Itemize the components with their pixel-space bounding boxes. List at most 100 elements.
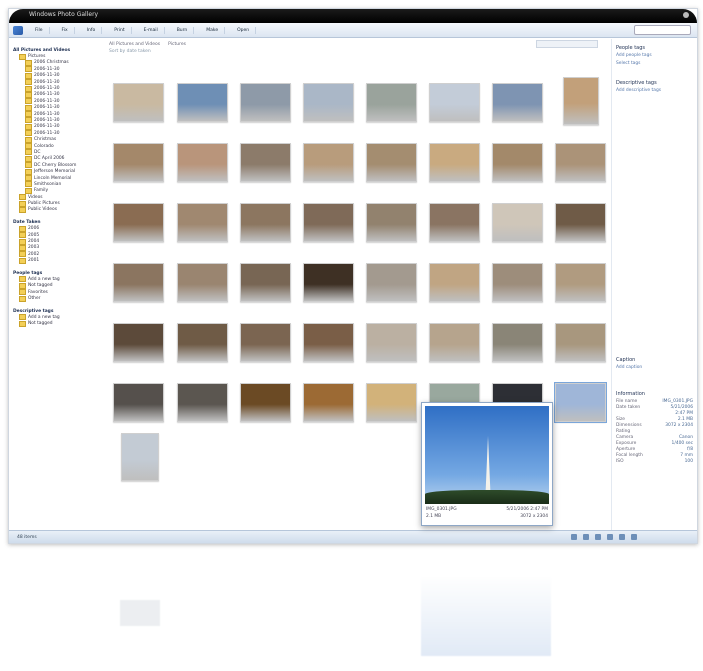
tree-label: 2006-11-30	[34, 130, 60, 136]
tree-label: 2006	[28, 226, 40, 232]
photo-thumbnail[interactable]	[303, 263, 354, 302]
menu-file[interactable]: File	[29, 26, 50, 34]
photo-thumbnail[interactable]	[429, 323, 480, 362]
breadcrumb-item[interactable]: All Pictures and Videos	[109, 42, 160, 47]
photo-thumbnail[interactable]	[177, 203, 228, 242]
info-value[interactable]: 3072 x 2304	[665, 423, 693, 429]
info-value[interactable]: 100	[685, 459, 693, 465]
menu-info[interactable]: Info	[81, 26, 103, 34]
folder-icon	[25, 181, 32, 188]
sort-label[interactable]: Sort by date taken	[103, 49, 608, 57]
photo-thumbnail[interactable]	[366, 203, 417, 242]
menu-email[interactable]: E-mail	[138, 26, 165, 34]
photo-thumbnail[interactable]	[492, 143, 543, 182]
photo-thumbnail[interactable]	[429, 263, 480, 302]
photo-thumbnail[interactable]	[113, 83, 164, 122]
breadcrumb-item[interactable]: Pictures	[168, 42, 186, 47]
tree-label: 2006 Christmas	[34, 60, 69, 66]
photo-thumbnail[interactable]	[492, 323, 543, 362]
photo-thumbnail[interactable]	[240, 203, 291, 242]
menu-open[interactable]: Open	[231, 26, 257, 34]
menu-burn[interactable]: Burn	[171, 26, 195, 34]
folder-icon	[25, 162, 32, 169]
slideshow-icon[interactable]	[619, 534, 625, 540]
photo-thumbnail[interactable]	[366, 383, 417, 422]
photo-thumbnail[interactable]	[113, 203, 164, 242]
photo-thumbnail[interactable]	[555, 263, 606, 302]
select-tags-link[interactable]: Select tags	[616, 61, 693, 66]
photo-thumbnail[interactable]	[113, 323, 164, 362]
photo-thumbnail[interactable]	[429, 203, 480, 242]
tree-label: Add a new tag	[28, 276, 60, 282]
photo-thumbnail[interactable]	[303, 203, 354, 242]
folder-icon	[19, 257, 26, 264]
photo-thumbnail[interactable]	[177, 263, 228, 302]
photo-thumbnail[interactable]	[240, 323, 291, 362]
photo-thumbnail[interactable]	[492, 263, 543, 302]
folder-icon	[19, 314, 26, 321]
photo-thumbnail[interactable]	[240, 143, 291, 182]
menu-fix[interactable]: Fix	[56, 26, 75, 34]
photo-thumbnail[interactable]	[555, 323, 606, 362]
photo-thumbnail[interactable]	[113, 143, 164, 182]
photo-thumbnail[interactable]	[121, 433, 159, 481]
view-controls	[571, 534, 637, 540]
photo-thumbnail[interactable]	[555, 143, 606, 182]
add-people-tags-link[interactable]: Add people tags	[616, 53, 693, 58]
zoom-slider-icon[interactable]	[631, 534, 637, 540]
delete-icon[interactable]	[607, 534, 613, 540]
tree-label: Other	[28, 296, 41, 302]
folder-icon	[19, 244, 26, 251]
add-descriptive-tags-link[interactable]: Add descriptive tags	[616, 88, 693, 93]
tree-desc-tag[interactable]: Not tagged	[9, 320, 99, 327]
tree-label: 2006-11-30	[34, 73, 60, 79]
rotate-left-icon[interactable]	[583, 534, 589, 540]
menu-print[interactable]: Print	[108, 26, 132, 34]
photo-thumbnail[interactable]	[177, 383, 228, 422]
photo-thumbnail[interactable]	[366, 143, 417, 182]
folder-icon	[25, 175, 32, 181]
photo-thumbnail[interactable]	[429, 83, 480, 122]
photo-thumbnail[interactable]	[366, 83, 417, 122]
tree-label: Pictures	[28, 54, 46, 60]
navigation-pane: All Pictures and Videos Pictures 2006 Chri…	[9, 39, 99, 531]
add-caption-link[interactable]: Add caption	[616, 365, 693, 370]
photo-thumbnail[interactable]	[303, 143, 354, 182]
photo-thumbnail[interactable]	[303, 383, 354, 422]
photo-thumbnail[interactable]	[240, 83, 291, 122]
info-icon[interactable]	[571, 534, 577, 540]
search-input[interactable]	[634, 25, 691, 35]
tree-label: Public Pictures	[28, 201, 60, 207]
folder-icon	[19, 276, 26, 283]
preview-image	[425, 406, 549, 504]
photo-thumbnail[interactable]	[240, 263, 291, 302]
rotate-right-icon[interactable]	[595, 534, 601, 540]
photo-thumbnail[interactable]	[492, 83, 543, 122]
photo-thumbnail[interactable]	[240, 383, 291, 422]
photo-thumbnail[interactable]	[113, 263, 164, 302]
photo-thumbnail[interactable]	[113, 383, 164, 422]
photo-thumbnail[interactable]	[555, 203, 606, 242]
menu-make[interactable]: Make	[200, 26, 226, 34]
photo-thumbnail[interactable]	[177, 83, 228, 122]
folder-icon	[25, 136, 32, 143]
photo-thumbnail[interactable]	[177, 143, 228, 182]
folder-icon	[19, 282, 26, 289]
photo-thumbnail[interactable]	[429, 143, 480, 182]
close-icon[interactable]	[683, 12, 689, 18]
photo-thumbnail[interactable]	[177, 323, 228, 362]
toolbar: File Fix Info Print E-mail Burn Make Ope…	[9, 23, 697, 38]
photo-thumbnail[interactable]	[303, 323, 354, 362]
photo-thumbnail[interactable]	[366, 323, 417, 362]
folder-icon	[25, 130, 32, 137]
tree-label: Not tagged	[28, 283, 53, 289]
photo-thumbnail[interactable]	[492, 203, 543, 242]
photo-thumbnail[interactable]	[563, 77, 599, 125]
sort-filter-box[interactable]	[536, 40, 598, 48]
folder-icon	[25, 104, 32, 111]
tree-label: 2006-11-30	[34, 86, 60, 92]
folder-icon	[19, 194, 26, 201]
photo-thumbnail[interactable]	[554, 382, 607, 423]
photo-thumbnail[interactable]	[303, 83, 354, 122]
photo-thumbnail[interactable]	[366, 263, 417, 302]
